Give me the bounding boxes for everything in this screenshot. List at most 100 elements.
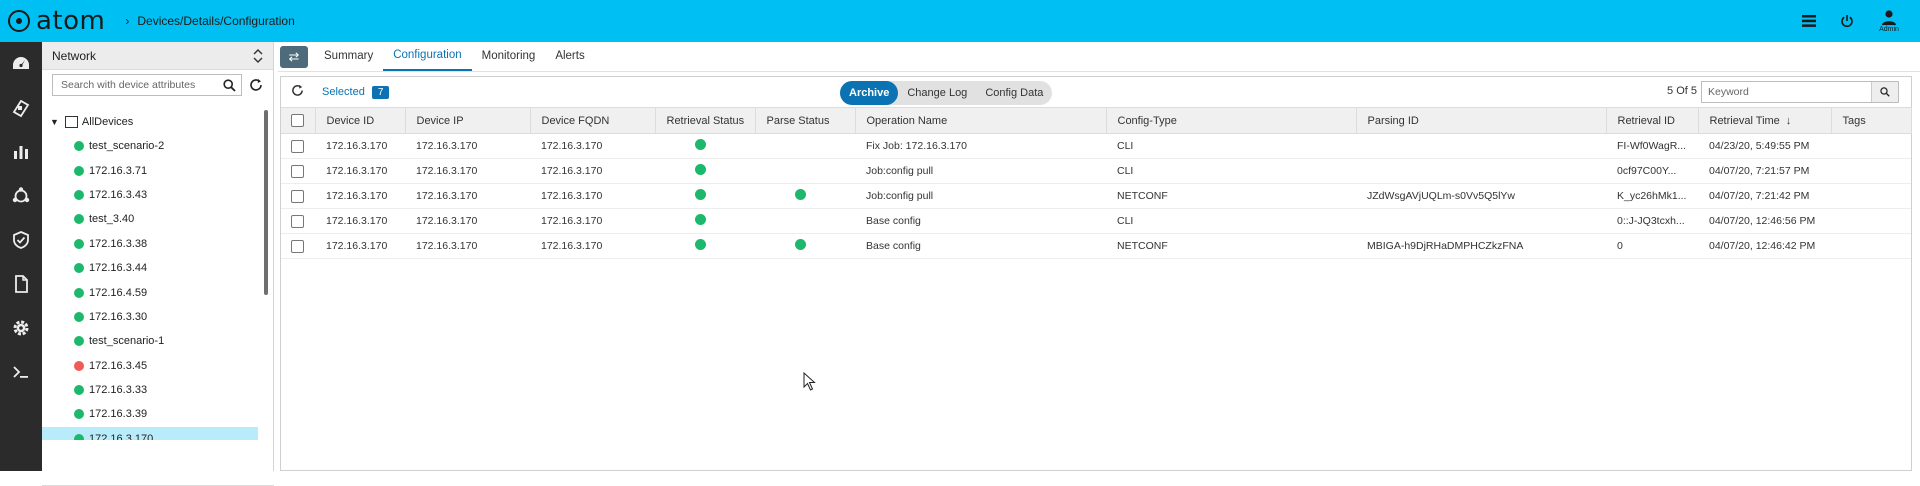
keyword-search-button[interactable]	[1871, 82, 1898, 102]
toggle-panel-button[interactable]: ⇄	[280, 46, 308, 68]
cell-fqdn: 172.16.3.170	[530, 233, 655, 259]
column-header-tags[interactable]: Tags	[1831, 107, 1912, 134]
search-icon[interactable]	[223, 78, 236, 92]
column-header-device-fqdn[interactable]: Device FQDN	[530, 107, 656, 134]
column-header-retrieval-status[interactable]: Retrieval Status	[655, 107, 756, 134]
table-row[interactable]: 172.16.3.170 172.16.3.170 172.16.3.170 Base…	[281, 233, 1911, 259]
expand-collapse-icon[interactable]	[253, 48, 263, 63]
rail-compliance[interactable]	[0, 218, 42, 262]
cell-tags	[1831, 233, 1911, 259]
network-header[interactable]: Network	[42, 42, 273, 70]
tree-item-label: 172.16.4.59	[89, 286, 148, 299]
tree-item[interactable]: 172.16.3.45	[42, 354, 258, 378]
rail-terminal[interactable]	[0, 350, 42, 394]
segment-archive[interactable]: Archive	[840, 81, 899, 105]
select-all-checkbox[interactable]	[291, 114, 304, 127]
tab-alerts[interactable]: Alerts	[545, 41, 594, 71]
tree-item[interactable]: 172.16.3.39	[42, 402, 258, 426]
tree-item[interactable]: 172.16.3.170	[42, 426, 258, 440]
user-menu[interactable]: Admin	[1866, 9, 1912, 33]
mouse-cursor-icon	[803, 372, 816, 391]
breadcrumb-text: Devices/Details/Configuration	[137, 14, 295, 28]
tree-item[interactable]: test_3.40	[42, 207, 258, 231]
rail-dashboard[interactable]	[0, 42, 42, 86]
column-header-device-id[interactable]: Device ID	[315, 107, 406, 134]
tab-configuration[interactable]: Configuration	[383, 41, 472, 71]
column-header-label: Retrieval ID	[1617, 114, 1675, 127]
column-header-parsing-id[interactable]: Parsing ID	[1356, 107, 1607, 134]
dashboard-icon	[13, 57, 29, 69]
logo[interactable]: atom	[8, 6, 105, 36]
cell-operation: Job:config pull	[855, 183, 1106, 209]
column-header-operation-name[interactable]: Operation Name	[855, 107, 1107, 134]
tree-item[interactable]: test_scenario-1	[42, 329, 258, 353]
cell-time: 04/07/20, 12:46:42 PM	[1698, 233, 1831, 259]
table-row[interactable]: 172.16.3.170 172.16.3.170 172.16.3.170 Job:…	[281, 158, 1911, 184]
cell-parse	[755, 133, 855, 159]
tree-item[interactable]: 172.16.3.44	[42, 256, 258, 280]
rail-settings[interactable]	[0, 306, 42, 350]
column-header-retrieval-time[interactable]: Retrieval Time ↓	[1698, 107, 1832, 134]
cell-device-id: 172.16.3.170	[315, 233, 405, 259]
rail-topology[interactable]	[0, 174, 42, 218]
caret-down-icon[interactable]: ▼	[50, 117, 59, 127]
tree-item-label: test_scenario-2	[89, 140, 165, 153]
column-header-config-type[interactable]: Config-Type	[1106, 107, 1357, 134]
config-toolbar: Selected 7 Archive Change Log Config Data …	[281, 77, 1911, 107]
tree-item[interactable]: 172.16.3.30	[42, 305, 258, 329]
refresh-icon[interactable]	[249, 78, 263, 92]
rail-analytics[interactable]	[0, 130, 42, 174]
cell-retrieval	[655, 233, 755, 259]
rail-devices[interactable]	[0, 86, 42, 130]
row-checkbox[interactable]	[291, 214, 304, 228]
nav-rail	[0, 42, 42, 471]
row-checkbox[interactable]	[291, 189, 304, 203]
record-count: 5 Of 5	[1667, 85, 1697, 97]
tree-item[interactable]: 172.16.3.33	[42, 378, 258, 402]
tree-item-label: 172.16.3.44	[89, 262, 148, 275]
tab-monitoring[interactable]: Monitoring	[472, 41, 546, 71]
row-checkbox[interactable]	[291, 139, 304, 153]
cell-device-ip: 172.16.3.170	[405, 183, 530, 209]
tree-root-alldevices[interactable]: ▼ AllDevices	[42, 110, 274, 134]
status-dot-icon	[74, 433, 84, 440]
column-header-label: Operation Name	[866, 114, 948, 127]
table-row[interactable]: 172.16.3.170 172.16.3.170 172.16.3.170 Job:…	[281, 183, 1911, 209]
tree-item[interactable]: 172.16.4.59	[42, 280, 258, 304]
refresh-button[interactable]	[291, 84, 304, 100]
status-dot-icon	[74, 360, 84, 371]
table-row[interactable]: 172.16.3.170 172.16.3.170 172.16.3.170 Base…	[281, 208, 1911, 234]
list-view-icon[interactable]	[1790, 15, 1828, 27]
row-checkbox[interactable]	[291, 239, 304, 253]
row-checkbox[interactable]	[291, 164, 304, 178]
tree-item-label: 172.16.3.45	[89, 359, 148, 372]
config-card: Selected 7 Archive Change Log Config Data …	[280, 76, 1912, 471]
device-search-input[interactable]	[61, 79, 221, 91]
cell-device-ip: 172.16.3.170	[405, 233, 530, 259]
tree-item[interactable]: test_scenario-2	[42, 134, 258, 158]
column-header-device-ip[interactable]: Device IP	[405, 107, 531, 134]
network-panel: Network ▼ AllDevices test_scenario-2 172.…	[42, 42, 274, 486]
segment-change-log[interactable]: Change Log	[898, 81, 976, 105]
rail-documents[interactable]	[0, 262, 42, 306]
tree-item[interactable]: 172.16.3.71	[42, 158, 258, 182]
status-success-icon	[695, 189, 706, 200]
segment-config-data[interactable]: Config Data	[976, 81, 1052, 105]
sort-desc-icon[interactable]: ↓	[1786, 115, 1792, 127]
column-header-retrieval-id[interactable]: Retrieval ID	[1606, 107, 1699, 134]
tree-item[interactable]: 172.16.3.38	[42, 232, 258, 256]
tree-item[interactable]: 172.16.3.43	[42, 183, 258, 207]
table-row[interactable]: 172.16.3.170 172.16.3.170 172.16.3.170 Fix …	[281, 133, 1911, 159]
cell-parsing-id: JZdWsgAVjUQLm-s0Vv5Q5lYw	[1356, 183, 1606, 209]
tree-item-label: 172.16.3.30	[89, 310, 148, 323]
selected-indicator[interactable]: Selected 7	[322, 85, 390, 99]
cell-operation: Fix Job: 172.16.3.170	[855, 133, 1106, 159]
cell-retrieval-id: K_yc26hMk1...	[1606, 183, 1698, 209]
tree-scrollbar[interactable]	[264, 110, 268, 295]
column-header-parse-status[interactable]: Parse Status	[755, 107, 856, 134]
keyword-input[interactable]	[1702, 86, 1872, 98]
row-select-cell	[281, 183, 315, 209]
row-select-cell	[281, 158, 315, 184]
power-icon[interactable]	[1828, 14, 1866, 28]
tab-summary[interactable]: Summary	[314, 41, 383, 71]
